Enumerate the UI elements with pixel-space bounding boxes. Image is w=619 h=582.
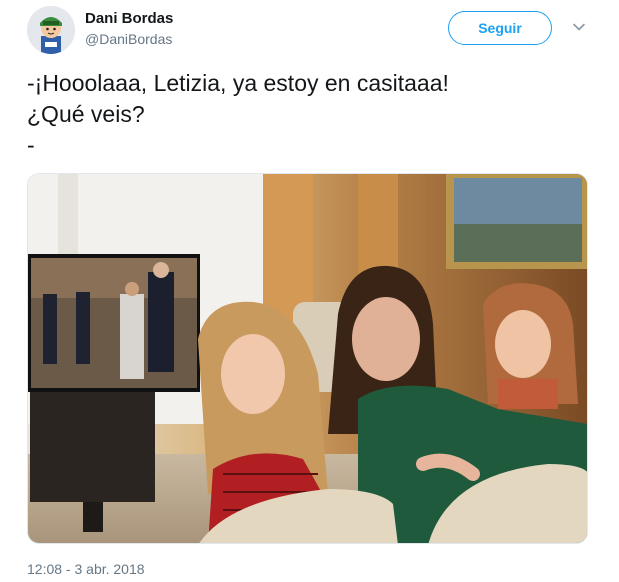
tweet-timestamp[interactable]: 12:08 - 3 abr. 2018 <box>27 560 145 578</box>
avatar[interactable] <box>27 6 75 54</box>
tweet-text: -¡Hooolaaa, Letizia, ya estoy en casitaa… <box>27 68 587 161</box>
royal-family-photo <box>28 174 587 543</box>
tweet-header: Dani Bordas @DaniBordas Seguir <box>27 6 597 54</box>
chevron-down-icon[interactable] <box>571 19 587 35</box>
tweet-line: - <box>27 132 35 158</box>
user-names: Dani Bordas @DaniBordas <box>85 10 173 48</box>
tweet-line: -¡Hooolaaa, Letizia, ya estoy en casitaa… <box>27 70 449 96</box>
tweet-line: ¿Qué veis? <box>27 101 145 127</box>
follow-button[interactable]: Seguir <box>448 11 552 45</box>
user-handle[interactable]: @DaniBordas <box>85 30 173 48</box>
tweet-photo[interactable] <box>27 173 588 544</box>
display-name[interactable]: Dani Bordas <box>85 10 173 28</box>
playmobil-avatar-icon <box>27 6 75 54</box>
